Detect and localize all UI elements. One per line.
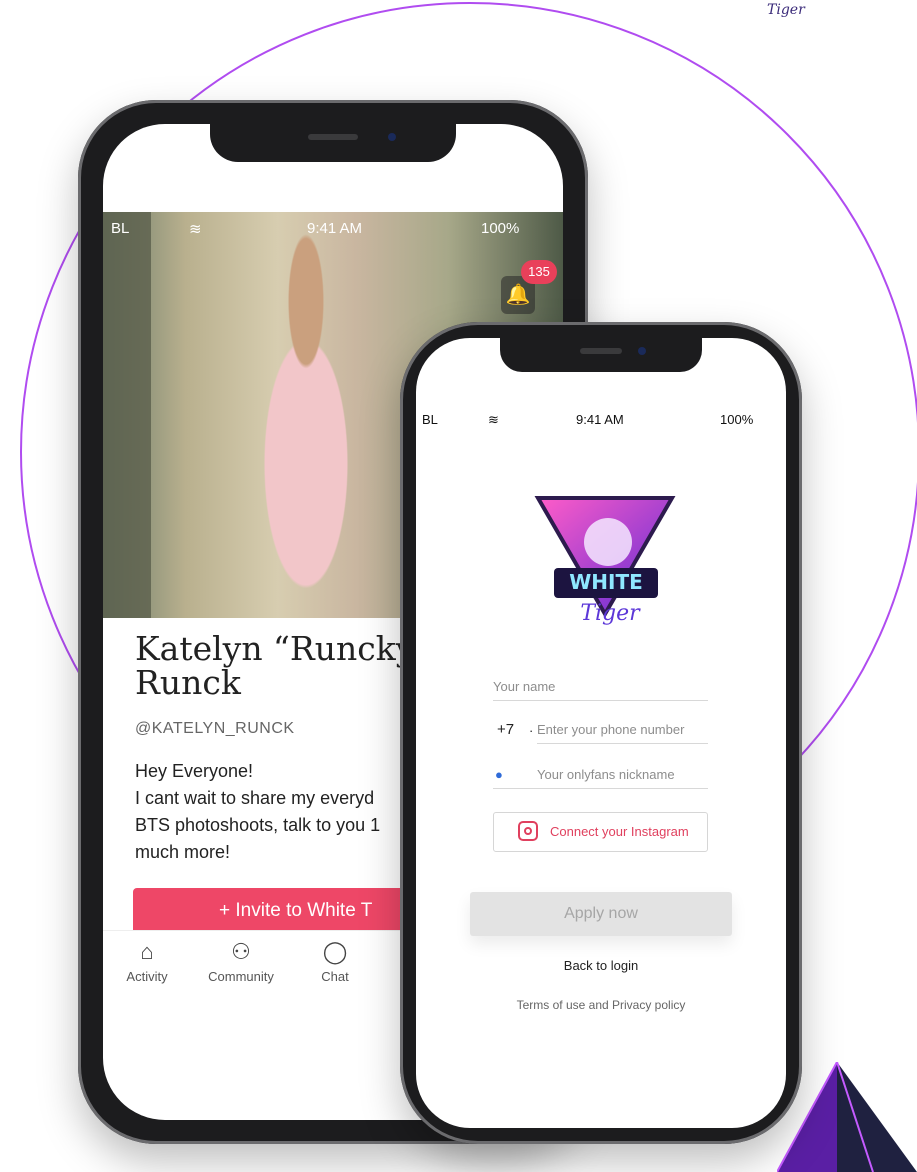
apply-screen: BL ≋ 9:41 AM 100% WHITE Tiger Your name … [416, 338, 786, 1128]
camera [638, 347, 646, 355]
nickname-placeholder: Your onlyfans nickname [537, 767, 675, 782]
nickname-field[interactable]: ● Your onlyfans nickname [493, 760, 708, 789]
wifi-icon: ≋ [488, 412, 499, 427]
speaker [580, 348, 622, 354]
instagram-label: Connect your Instagram [550, 824, 689, 839]
svg-text:WHITE: WHITE [569, 570, 643, 594]
tab-chat-label: Chat [321, 969, 349, 984]
name-field[interactable]: Your name [493, 672, 708, 701]
tab-chat[interactable]: ◯ Chat [295, 939, 375, 984]
status-bar: BL ≋ 9:41 AM 100% [103, 220, 563, 242]
svg-text:Tiger: Tiger [767, 2, 806, 18]
apply-phone: BL ≋ 9:41 AM 100% WHITE Tiger Your name … [400, 322, 802, 1144]
corner-logo-icon: Tiger [767, 2, 806, 18]
name-placeholder: Your name [493, 679, 556, 694]
phone-prefix[interactable]: +7 [497, 721, 514, 738]
notch [210, 124, 456, 162]
profile-photo-person [221, 212, 391, 618]
status-time: 9:41 AM [576, 412, 624, 427]
tab-community[interactable]: ⚇ Community [201, 939, 281, 984]
instagram-icon [518, 821, 538, 841]
battery-percent: 100% [481, 220, 520, 237]
white-tiger-logo-icon: WHITE Tiger [534, 496, 676, 626]
signal-carrier: BL [422, 412, 438, 427]
camera [388, 133, 396, 141]
svg-text:Tiger: Tiger [580, 601, 641, 626]
users-icon: ⚇ [231, 939, 251, 964]
onlyfans-icon: ● [495, 767, 503, 782]
terms-link[interactable]: Terms of use and Privacy policy [416, 998, 786, 1012]
chat-icon: ◯ [322, 939, 348, 964]
tab-community-label: Community [208, 969, 274, 984]
phone-placeholder: Enter your phone number [537, 722, 708, 744]
tab-activity[interactable]: ⌂ Activity [107, 939, 187, 984]
wifi-icon: ≋ [189, 221, 202, 238]
notification-badge: 135 [521, 260, 557, 284]
photo-edge [103, 212, 151, 618]
home-icon: ⌂ [140, 939, 154, 964]
apply-button[interactable]: Apply now [470, 892, 732, 936]
notch [500, 338, 702, 372]
back-to-login-link[interactable]: Back to login [416, 958, 786, 973]
speaker [308, 134, 358, 140]
status-time: 9:41 AM [307, 220, 363, 237]
status-bar: BL ≋ 9:41 AM 100% [416, 412, 786, 432]
profile-handle: @KATELYN_RUNCK [135, 720, 295, 737]
connect-instagram-button[interactable]: Connect your Instagram [493, 812, 708, 852]
battery-percent: 100% [720, 412, 754, 427]
phone-field[interactable]: +7 · Enter your phone number [493, 716, 708, 744]
chevron-down-icon: · [529, 723, 534, 738]
signal-carrier: BL [111, 220, 130, 237]
profile-name: Katelyn “Runcky” Runck [135, 629, 432, 702]
tab-activity-label: Activity [126, 969, 168, 984]
